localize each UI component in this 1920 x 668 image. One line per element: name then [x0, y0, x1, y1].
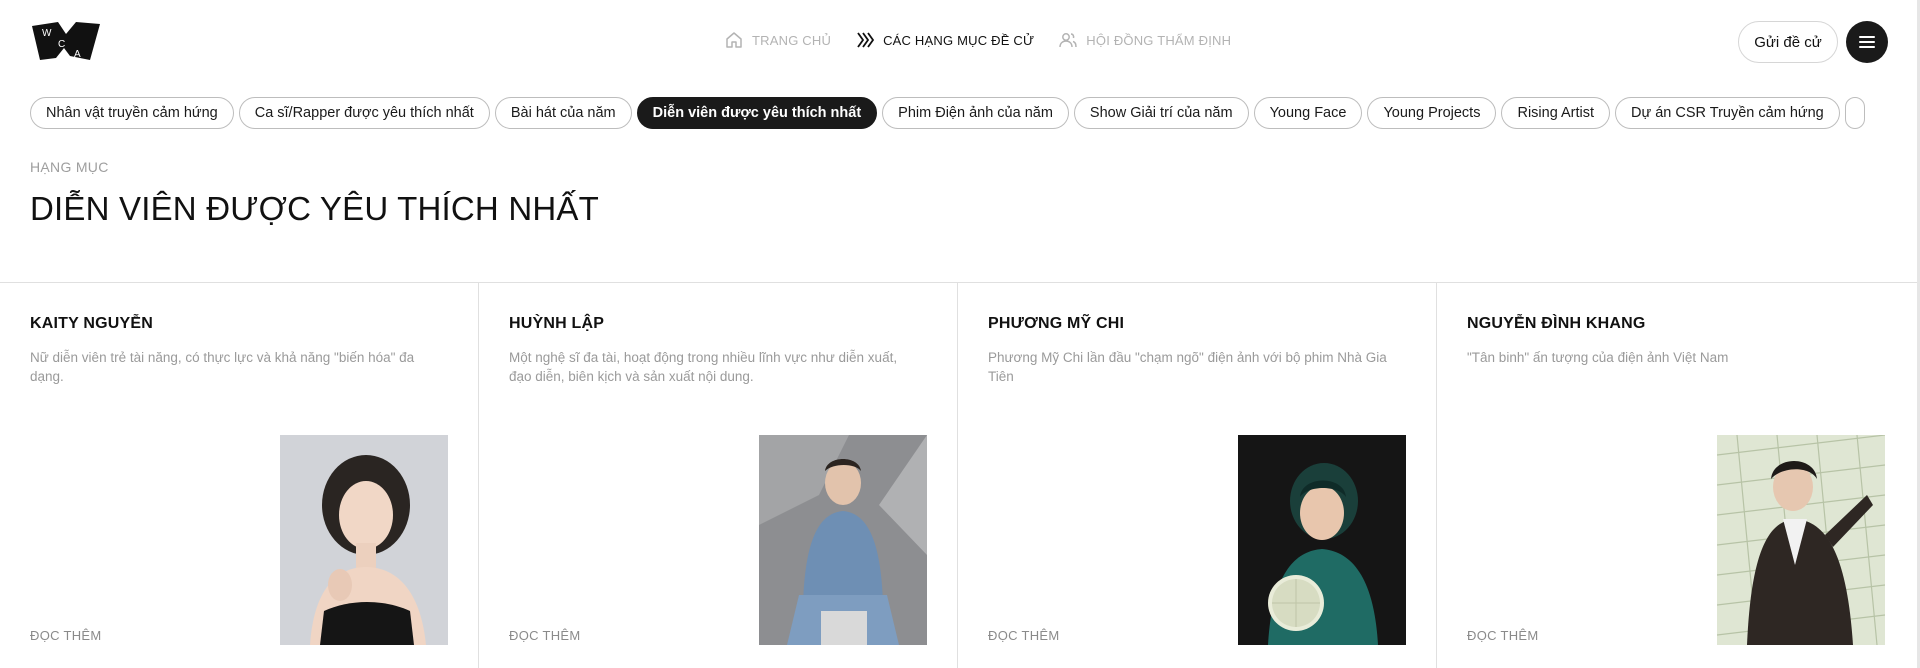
category-pill[interactable]: Young Projects: [1367, 97, 1497, 129]
nominee-card[interactable]: KAITY NGUYỄN Nữ diễn viên trẻ tài năng, …: [0, 283, 479, 668]
category-pill[interactable]: Show Giải trí của năm: [1073, 97, 1249, 129]
category-tabs: Nhân vật truyền cảm hứng Ca sĩ/Rapper đư…: [30, 97, 1920, 129]
nav-item-jury[interactable]: HỘI ĐỒNG THẨM ĐỊNH: [1058, 30, 1231, 50]
category-pill[interactable]: Rising Artist: [1501, 97, 1611, 129]
nav-item-categories[interactable]: CÁC HẠNG MỤC ĐỀ CỬ: [855, 30, 1034, 50]
nominee-description: Một nghệ sĩ đa tài, hoạt động trong nhiề…: [509, 350, 898, 384]
svg-text:C: C: [58, 39, 65, 50]
send-nomination-button[interactable]: Gửi đề cử: [1738, 21, 1838, 63]
nominee-name: HUỲNH LẬP: [509, 315, 605, 332]
nominee-card[interactable]: NGUYỄN ĐÌNH KHANG "Tân binh" ấn tượng củ…: [1437, 283, 1917, 668]
nav-item-label: TRANG CHỦ: [752, 32, 832, 48]
nominee-name: NGUYỄN ĐÌNH KHANG: [1467, 315, 1646, 332]
nominee-description: "Tân binh" ấn tượng của điện ảnh Việt Na…: [1467, 350, 1729, 365]
users-icon: [1059, 33, 1078, 48]
category-pill[interactable]: Bài hát của năm: [494, 97, 632, 129]
category-pill[interactable]: Young Face: [1253, 97, 1363, 129]
nav-item-home[interactable]: TRANG CHỦ: [724, 30, 831, 50]
category-pill-overflow[interactable]: [1844, 97, 1865, 129]
nominee-grid: KAITY NGUYỄN Nữ diễn viên trẻ tài năng, …: [0, 282, 1917, 668]
nominee-card[interactable]: PHƯƠNG MỸ CHI Phương Mỹ Chi lần đầu "chạ…: [958, 283, 1437, 668]
category-pill[interactable]: Phim Điện ảnh của năm: [882, 97, 1069, 129]
nominee-photo: [1238, 435, 1406, 645]
read-more-link[interactable]: ĐỌC THÊM: [509, 628, 581, 643]
svg-text:W: W: [42, 28, 52, 39]
nominee-photo: [759, 435, 927, 645]
nominee-description: Nữ diễn viên trẻ tài năng, có thực lực v…: [30, 350, 415, 384]
svg-text:A: A: [74, 49, 81, 60]
main-nav: TRANG CHỦ CÁC HẠNG MỤC ĐỀ CỬ HỘI ĐỒNG TH…: [724, 30, 1231, 50]
nominee-card[interactable]: HUỲNH LẬP Một nghệ sĩ đa tài, hoạt động …: [479, 283, 958, 668]
nominee-photo: [280, 435, 448, 645]
read-more-link[interactable]: ĐỌC THÊM: [1467, 628, 1539, 643]
read-more-link[interactable]: ĐỌC THÊM: [988, 628, 1060, 643]
category-pill[interactable]: Ca sĩ/Rapper được yêu thích nhất: [238, 97, 490, 129]
categories-icon: [857, 32, 875, 48]
nav-item-label: CÁC HẠNG MỤC ĐỀ CỬ: [883, 32, 1035, 48]
category-pill-active[interactable]: Diễn viên được yêu thích nhất: [636, 97, 878, 129]
category-pill[interactable]: Dự án CSR Truyền cảm hứng: [1615, 97, 1840, 129]
home-icon: [726, 32, 742, 48]
page-title: DIỄN VIÊN ĐƯỢC YÊU THÍCH NHẤT: [30, 190, 599, 227]
read-more-link[interactable]: ĐỌC THÊM: [30, 628, 102, 643]
menu-button[interactable]: [1846, 21, 1888, 63]
nominee-name: KAITY NGUYỄN: [30, 315, 154, 332]
nominee-name: PHƯƠNG MỸ CHI: [988, 315, 1125, 332]
section-eyebrow: HẠNG MỤC: [30, 159, 109, 175]
hamburger-icon: [1859, 36, 1875, 48]
nav-item-label: HỘI ĐỒNG THẨM ĐỊNH: [1086, 32, 1232, 48]
nominee-description: Phương Mỹ Chi lần đầu "chạm ngõ" điện ản…: [988, 350, 1387, 384]
wca-logo[interactable]: W C A: [30, 20, 102, 62]
nominee-photo: [1717, 435, 1885, 645]
category-pill[interactable]: Nhân vật truyền cảm hứng: [30, 97, 234, 129]
